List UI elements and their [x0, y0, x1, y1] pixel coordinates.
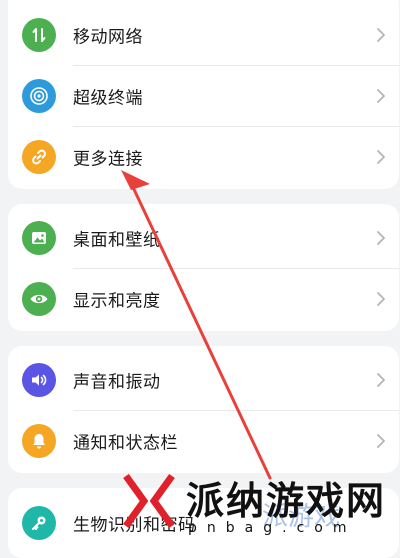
- settings-item-label: 显示和亮度: [73, 291, 161, 311]
- settings-item-label: 声音和振动: [73, 372, 161, 392]
- settings-item-label: 通知和状态栏: [73, 433, 178, 453]
- settings-item-more-connections[interactable]: 更多连接: [8, 126, 399, 187]
- wallpaper-icon: [22, 220, 56, 255]
- settings-group-display: 桌面和壁纸 显示和亮度: [8, 204, 399, 331]
- settings-item-sound-vibration[interactable]: 声音和振动: [8, 349, 399, 410]
- settings-item-notifications-statusbar[interactable]: 通知和状态栏: [8, 410, 399, 471]
- settings-item-label: 桌面和壁纸: [73, 230, 161, 250]
- chevron-right-icon: [377, 149, 385, 164]
- chevron-right-icon: [377, 27, 385, 42]
- super-device-icon: [22, 78, 56, 113]
- settings-item-display-brightness[interactable]: 显示和亮度: [8, 268, 399, 329]
- key-icon: [22, 505, 56, 540]
- watermark-logo-icon: [123, 473, 175, 529]
- link-icon: [22, 139, 56, 174]
- watermark-text: 派纳游戏网: [186, 478, 387, 523]
- eye-icon: [22, 281, 56, 316]
- settings-item-mobile-network[interactable]: 移动网络: [8, 4, 399, 65]
- chevron-right-icon: [377, 372, 385, 387]
- bell-icon: [22, 423, 56, 458]
- settings-item-super-device[interactable]: 超级终端: [8, 65, 399, 126]
- watermark-subtext: pnbag.com: [188, 520, 357, 536]
- mobile-data-icon: [22, 17, 56, 52]
- chevron-right-icon: [377, 291, 385, 306]
- settings-item-label: 超级终端: [73, 88, 143, 108]
- chevron-right-icon: [377, 433, 385, 448]
- settings-item-label: 移动网络: [73, 27, 143, 47]
- chevron-right-icon: [377, 88, 385, 103]
- speaker-icon: [22, 362, 56, 397]
- settings-group-connectivity: 移动网络 超级终端 更多连接: [8, 0, 399, 189]
- settings-group-sound-notifications: 声音和振动 通知和状态栏: [8, 346, 399, 473]
- settings-item-desktop-wallpaper[interactable]: 桌面和壁纸: [8, 207, 399, 268]
- chevron-right-icon: [377, 230, 385, 245]
- settings-item-label: 更多连接: [73, 149, 143, 169]
